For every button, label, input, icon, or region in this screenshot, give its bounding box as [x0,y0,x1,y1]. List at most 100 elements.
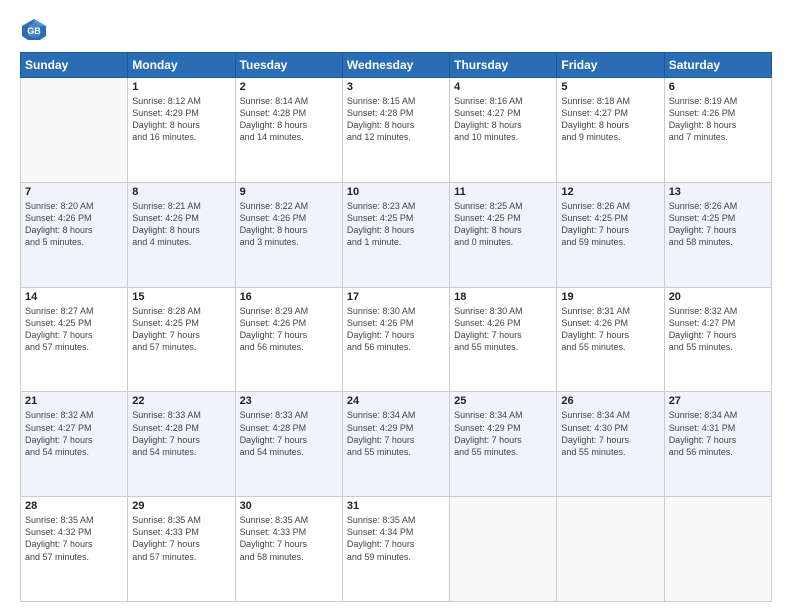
calendar-cell [21,78,128,183]
calendar-cell: 28 Sunrise: 8:35 AMSunset: 4:32 PMDayligh… [21,497,128,602]
day-info: Sunrise: 8:32 AMSunset: 4:27 PMDaylight:… [25,409,123,458]
day-info: Sunrise: 8:30 AMSunset: 4:26 PMDaylight:… [347,305,445,354]
day-number: 4 [454,81,552,93]
day-number: 18 [454,291,552,303]
day-number: 28 [25,500,123,512]
day-number: 25 [454,395,552,407]
calendar-cell [450,497,557,602]
calendar-week-row: 14Sunrise: 8:27 AMSunset: 4:25 PMDayligh… [21,287,772,392]
logo-icon: GB [20,16,48,44]
svg-text:GB: GB [27,26,41,36]
day-info: Sunrise: 8:34 AMSunset: 4:31 PMDaylight:… [669,409,767,458]
day-number: 7 [25,186,123,198]
calendar-cell: 5Sunrise: 8:18 AMSunset: 4:27 PMDaylight… [557,78,664,183]
calendar-cell: 14Sunrise: 8:27 AMSunset: 4:25 PMDayligh… [21,287,128,392]
calendar-cell: 15Sunrise: 8:28 AMSunset: 4:25 PMDayligh… [128,287,235,392]
calendar-header-saturday: Saturday [664,53,771,78]
day-number: 16 [240,291,338,303]
day-number: 17 [347,291,445,303]
calendar-cell: 30 Sunrise: 8:35 AMSunset: 4:33 PMDayligh… [235,497,342,602]
day-info: Sunrise: 8:30 AMSunset: 4:26 PMDaylight:… [454,305,552,354]
calendar-cell: 19Sunrise: 8:31 AMSunset: 4:26 PMDayligh… [557,287,664,392]
day-info: Sunrise: 8:26 AMSunset: 4:25 PMDaylight:… [669,200,767,249]
calendar-cell [557,497,664,602]
logo: GB [20,16,52,44]
calendar-week-row: 7 Sunrise: 8:20 AMSunset: 4:26 PMDaylight… [21,182,772,287]
day-number: 9 [240,186,338,198]
calendar-cell: 16Sunrise: 8:29 AMSunset: 4:26 PMDayligh… [235,287,342,392]
calendar-cell [664,497,771,602]
calendar-cell: 3 Sunrise: 8:15 AMSunset: 4:28 PMDaylight… [342,78,449,183]
calendar-cell: 24 Sunrise: 8:34 AMSunset: 4:29 PMDayligh… [342,392,449,497]
day-info: Sunrise: 8:34 AMSunset: 4:29 PMDaylight:… [347,409,445,458]
day-info: Sunrise: 8:32 AMSunset: 4:27 PMDaylight:… [669,305,767,354]
day-info: Sunrise: 8:31 AMSunset: 4:26 PMDaylight:… [561,305,659,354]
calendar-cell: 20Sunrise: 8:32 AMSunset: 4:27 PMDayligh… [664,287,771,392]
day-info: Sunrise: 8:15 AMSunset: 4:28 PMDaylight:… [347,95,445,144]
calendar-cell: 26 Sunrise: 8:34 AMSunset: 4:30 PMDayligh… [557,392,664,497]
day-info: Sunrise: 8:25 AMSunset: 4:25 PMDaylight:… [454,200,552,249]
day-number: 13 [669,186,767,198]
calendar-cell: 18 Sunrise: 8:30 AMSunset: 4:26 PMDayligh… [450,287,557,392]
header: GB [20,16,772,44]
day-number: 2 [240,81,338,93]
day-number: 31 [347,500,445,512]
day-info: Sunrise: 8:35 AMSunset: 4:34 PMDaylight:… [347,514,445,563]
calendar-cell: 17 Sunrise: 8:30 AMSunset: 4:26 PMDayligh… [342,287,449,392]
calendar-header-wednesday: Wednesday [342,53,449,78]
calendar-cell: 25Sunrise: 8:34 AMSunset: 4:29 PMDayligh… [450,392,557,497]
page: GB SundayMondayTuesdayWednesdayThursdayF… [0,0,792,612]
calendar-header-friday: Friday [557,53,664,78]
calendar-cell: 8 Sunrise: 8:21 AMSunset: 4:26 PMDaylight… [128,182,235,287]
day-info: Sunrise: 8:12 AMSunset: 4:29 PMDaylight:… [132,95,230,144]
day-info: Sunrise: 8:20 AMSunset: 4:26 PMDaylight:… [25,200,123,249]
calendar-cell: 31 Sunrise: 8:35 AMSunset: 4:34 PMDayligh… [342,497,449,602]
day-number: 22 [132,395,230,407]
calendar-week-row: 1 Sunrise: 8:12 AMSunset: 4:29 PMDaylight… [21,78,772,183]
calendar-cell: 1 Sunrise: 8:12 AMSunset: 4:29 PMDaylight… [128,78,235,183]
day-info: Sunrise: 8:18 AMSunset: 4:27 PMDaylight:… [561,95,659,144]
day-info: Sunrise: 8:14 AMSunset: 4:28 PMDaylight:… [240,95,338,144]
day-number: 10 [347,186,445,198]
calendar-week-row: 28 Sunrise: 8:35 AMSunset: 4:32 PMDayligh… [21,497,772,602]
day-info: Sunrise: 8:33 AMSunset: 4:28 PMDaylight:… [240,409,338,458]
day-info: Sunrise: 8:35 AMSunset: 4:33 PMDaylight:… [132,514,230,563]
calendar-header-tuesday: Tuesday [235,53,342,78]
day-number: 12 [561,186,659,198]
calendar-header-sunday: Sunday [21,53,128,78]
calendar-cell: 23 Sunrise: 8:33 AMSunset: 4:28 PMDayligh… [235,392,342,497]
day-number: 23 [240,395,338,407]
day-info: Sunrise: 8:26 AMSunset: 4:25 PMDaylight:… [561,200,659,249]
calendar-cell: 11Sunrise: 8:25 AMSunset: 4:25 PMDayligh… [450,182,557,287]
day-info: Sunrise: 8:19 AMSunset: 4:26 PMDaylight:… [669,95,767,144]
day-info: Sunrise: 8:22 AMSunset: 4:26 PMDaylight:… [240,200,338,249]
day-info: Sunrise: 8:27 AMSunset: 4:25 PMDaylight:… [25,305,123,354]
day-number: 30 [240,500,338,512]
day-info: Sunrise: 8:34 AMSunset: 4:30 PMDaylight:… [561,409,659,458]
calendar-cell: 4 Sunrise: 8:16 AMSunset: 4:27 PMDaylight… [450,78,557,183]
day-info: Sunrise: 8:35 AMSunset: 4:33 PMDaylight:… [240,514,338,563]
day-info: Sunrise: 8:28 AMSunset: 4:25 PMDaylight:… [132,305,230,354]
calendar-cell: 22 Sunrise: 8:33 AMSunset: 4:28 PMDayligh… [128,392,235,497]
calendar-cell: 7 Sunrise: 8:20 AMSunset: 4:26 PMDaylight… [21,182,128,287]
calendar-cell: 13 Sunrise: 8:26 AMSunset: 4:25 PMDayligh… [664,182,771,287]
calendar-cell: 21 Sunrise: 8:32 AMSunset: 4:27 PMDayligh… [21,392,128,497]
day-info: Sunrise: 8:33 AMSunset: 4:28 PMDaylight:… [132,409,230,458]
calendar-cell: 2 Sunrise: 8:14 AMSunset: 4:28 PMDaylight… [235,78,342,183]
day-number: 3 [347,81,445,93]
calendar-header-row: SundayMondayTuesdayWednesdayThursdayFrid… [21,53,772,78]
calendar-week-row: 21 Sunrise: 8:32 AMSunset: 4:27 PMDayligh… [21,392,772,497]
day-number: 8 [132,186,230,198]
day-number: 1 [132,81,230,93]
day-info: Sunrise: 8:35 AMSunset: 4:32 PMDaylight:… [25,514,123,563]
day-number: 26 [561,395,659,407]
day-number: 24 [347,395,445,407]
day-number: 27 [669,395,767,407]
day-number: 21 [25,395,123,407]
calendar-cell: 12 Sunrise: 8:26 AMSunset: 4:25 PMDayligh… [557,182,664,287]
day-info: Sunrise: 8:16 AMSunset: 4:27 PMDaylight:… [454,95,552,144]
calendar-cell: 29Sunrise: 8:35 AMSunset: 4:33 PMDayligh… [128,497,235,602]
day-info: Sunrise: 8:21 AMSunset: 4:26 PMDaylight:… [132,200,230,249]
calendar-table: SundayMondayTuesdayWednesdayThursdayFrid… [20,52,772,602]
calendar-header-monday: Monday [128,53,235,78]
